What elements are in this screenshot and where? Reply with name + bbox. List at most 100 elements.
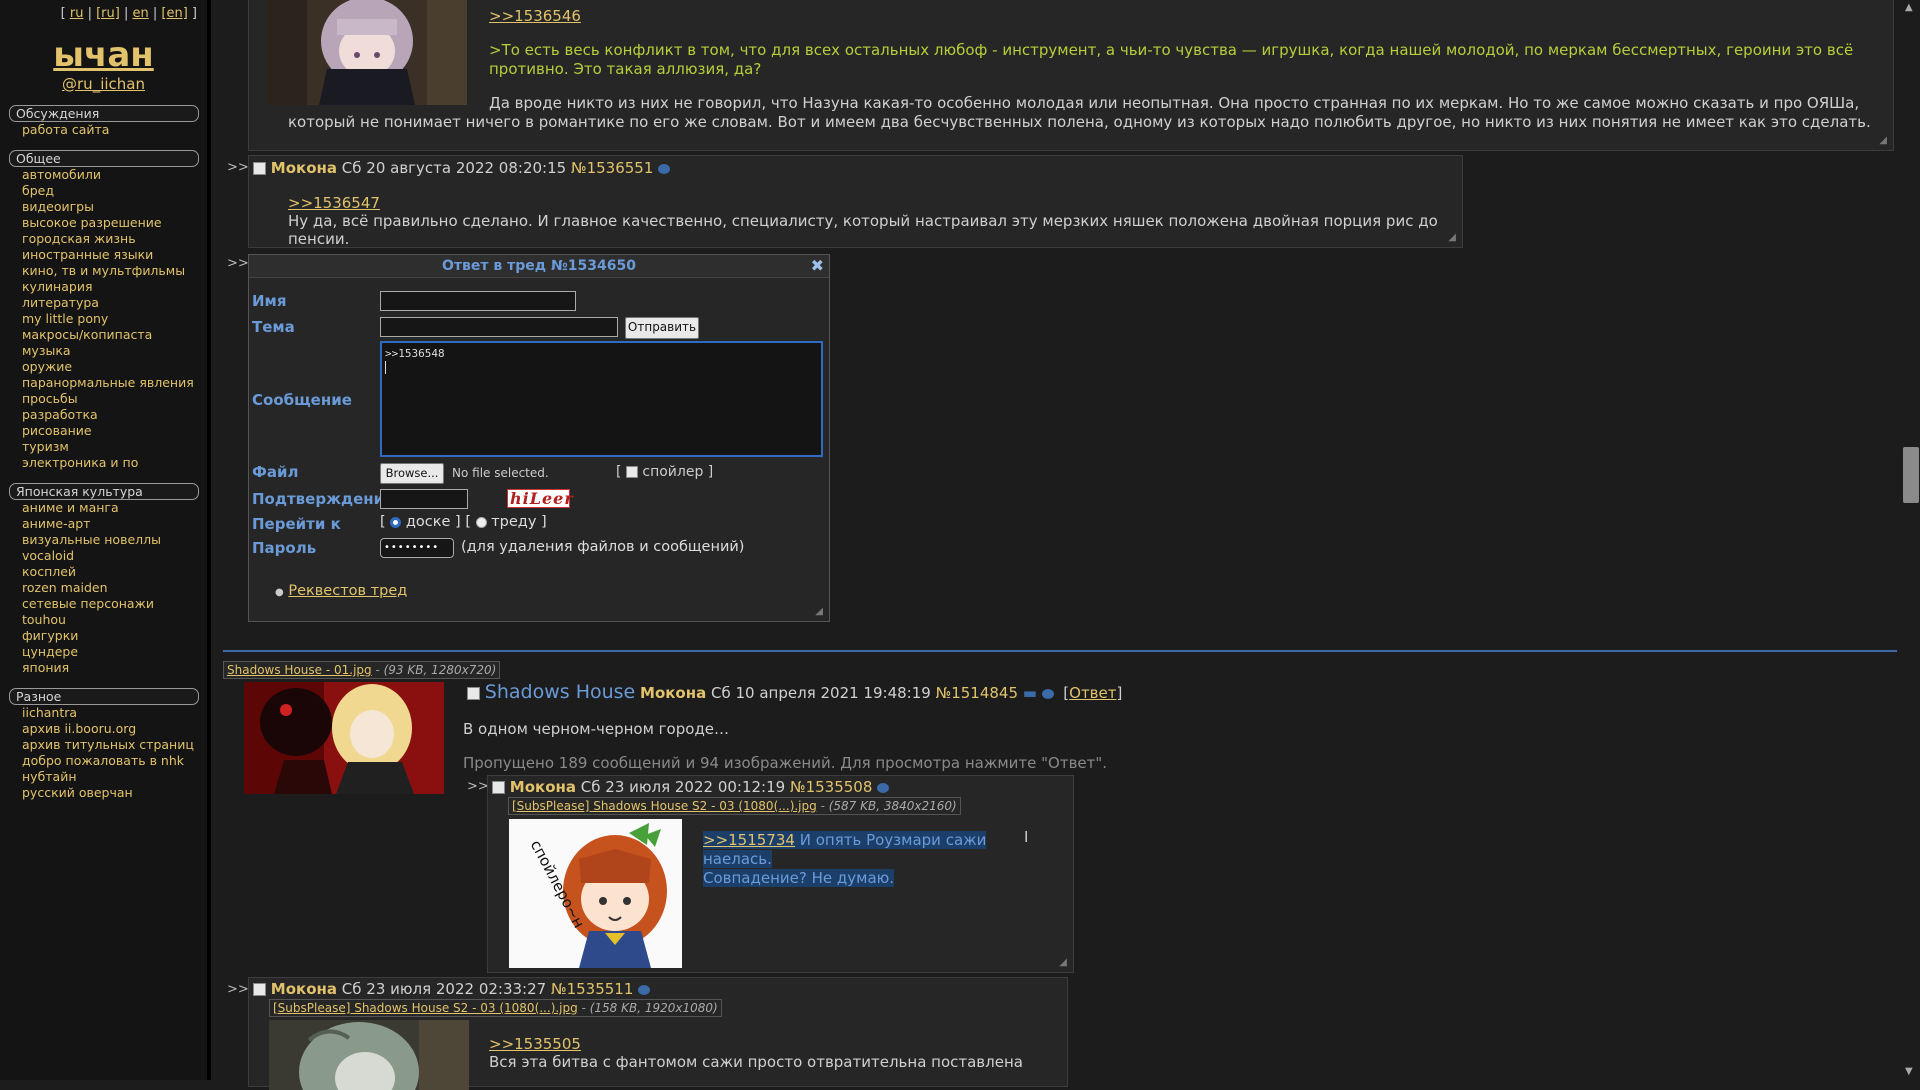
scroll-down-icon[interactable]: ▼ — [1905, 1066, 1913, 1077]
goto-thread-label: треду — [491, 514, 537, 530]
category-header[interactable]: Общее — [9, 150, 199, 167]
board-link[interactable]: оружие — [22, 359, 72, 374]
board-link[interactable]: рисование — [22, 423, 92, 438]
captcha-image[interactable]: hiLeer — [507, 489, 573, 508]
op-thumbnail[interactable] — [244, 682, 444, 794]
resize-handle-icon[interactable]: ◢ — [1059, 957, 1067, 968]
submit-button[interactable]: Отправить — [625, 317, 699, 339]
board-list-item: визуальные новеллы — [22, 532, 207, 548]
page-scrollbar[interactable] — [1902, 0, 1920, 1080]
category-header[interactable]: Японская культура — [9, 483, 199, 500]
board-link[interactable]: русский оверчан — [22, 785, 133, 800]
post-select-checkbox[interactable] — [253, 162, 266, 175]
spoiler-checkbox[interactable] — [625, 466, 638, 478]
board-link[interactable]: визуальные новеллы — [22, 532, 161, 547]
scrollbar-thumb[interactable] — [1903, 447, 1919, 503]
board-list-item: литература — [22, 295, 207, 311]
board-link[interactable]: бред — [22, 183, 54, 198]
post-quote-link[interactable]: >>1535505 — [489, 1035, 581, 1053]
board-link[interactable]: высокое разрешение — [22, 215, 162, 230]
lang-en[interactable]: en — [132, 6, 148, 21]
board-link[interactable]: городская жизнь — [22, 231, 136, 246]
board-link[interactable]: музыка — [22, 343, 71, 358]
scroll-up-icon[interactable]: ▲ — [1905, 2, 1913, 13]
board-link[interactable]: япония — [22, 660, 69, 675]
board-link[interactable]: vocaloid — [22, 548, 74, 563]
board-link[interactable]: разработка — [22, 407, 98, 422]
board-link[interactable]: литература — [22, 295, 99, 310]
board-link[interactable]: автомобили — [22, 167, 101, 182]
op-file-link[interactable]: Shadows House - 01.jpg — [227, 663, 372, 677]
subject-input[interactable] — [380, 317, 618, 337]
op-select-checkbox[interactable] — [467, 687, 480, 700]
board-link[interactable]: фигурки — [22, 628, 78, 643]
lang-ru-bracket[interactable]: [ru] — [96, 6, 120, 21]
captcha-input[interactable] — [380, 489, 468, 509]
post-number[interactable]: №1535508 — [790, 778, 872, 796]
board-link[interactable]: аниме-арт — [22, 516, 90, 531]
reply-link[interactable]: Ответ — [1069, 684, 1116, 702]
password-input[interactable]: •••••••• — [380, 538, 454, 558]
post-file-link[interactable]: [SubsPlease] Shadows House S2 - 03 (1080… — [273, 1001, 578, 1015]
category-header[interactable]: Обсуждения — [9, 105, 199, 122]
post-text-line2: Совпадение? Не думаю. — [703, 869, 895, 887]
post-file-info: [SubsPlease] Shadows House S2 - 03 (1080… — [269, 999, 722, 1017]
board-link[interactable]: макросы/копипаста — [22, 327, 152, 342]
lang-en-bracket[interactable]: [en] — [161, 6, 187, 21]
board-link[interactable]: цундере — [22, 644, 78, 659]
board-link[interactable]: просьбы — [22, 391, 78, 406]
op-post-number[interactable]: №1514845 — [936, 684, 1018, 702]
goto-label: Перейти к — [252, 515, 341, 533]
spoiler-thumbnail[interactable]: спойлеро~н — [509, 819, 682, 968]
reply-form-title[interactable]: Ответ в тред №1534650 ✖ — [249, 255, 829, 278]
board-link[interactable]: iichantra — [22, 705, 77, 720]
post-quote-link[interactable]: >>1515734 — [703, 831, 795, 849]
close-icon[interactable]: ✖ — [811, 255, 824, 277]
board-link[interactable]: аниме и манга — [22, 500, 119, 515]
resize-handle-icon[interactable]: ◢ — [815, 606, 823, 617]
logo-text[interactable]: ычан — [0, 35, 207, 75]
message-textarea[interactable]: >>1536548 — [380, 341, 823, 457]
board-link[interactable]: кулинария — [22, 279, 92, 294]
board-link[interactable]: туризм — [22, 439, 69, 454]
goto-thread-radio[interactable] — [475, 516, 487, 528]
board-link[interactable]: кино, тв и мультфильмы — [22, 263, 185, 278]
board-link[interactable]: паранормальные явления — [22, 375, 194, 390]
board-link[interactable]: работа сайта — [22, 122, 109, 137]
post-header: Мокона Сб 20 августа 2022 08:20:15 №1536… — [253, 159, 671, 177]
post-file-link[interactable]: [SubsPlease] Shadows House S2 - 03 (1080… — [512, 799, 817, 813]
lang-ru[interactable]: ru — [70, 6, 84, 21]
form-arrows: >> — [227, 256, 249, 271]
goto-board-radio[interactable] — [390, 516, 402, 528]
category-header[interactable]: Разное — [9, 688, 199, 705]
post-text: Да вроде никто из них не говорил, что На… — [288, 94, 1871, 131]
board-link[interactable]: электроника и по — [22, 455, 138, 470]
post-select-checkbox[interactable] — [253, 983, 266, 996]
post-quote-link[interactable]: >>1536547 — [288, 194, 380, 212]
board-link[interactable]: иностранные языки — [22, 247, 153, 262]
resize-handle-icon[interactable]: ◢ — [1879, 135, 1887, 146]
site-logo[interactable]: ычан @ru_iichan — [0, 35, 207, 93]
board-link[interactable]: нубтайн — [22, 769, 77, 784]
board-link[interactable]: видеоигры — [22, 199, 94, 214]
post-quote-link[interactable]: >>1536546 — [489, 7, 581, 25]
board-link[interactable]: my little pony — [22, 311, 108, 326]
resize-handle-icon[interactable]: ◢ — [1448, 232, 1456, 243]
minus-icon[interactable]: ▬ — [1023, 684, 1037, 702]
name-input[interactable] — [380, 291, 576, 311]
board-link[interactable]: архив титульных страниц — [22, 737, 194, 752]
board-link[interactable]: touhou — [22, 612, 66, 627]
post-number[interactable]: №1535511 — [551, 980, 633, 998]
board-link[interactable]: косплей — [22, 564, 76, 579]
board-link[interactable]: сетевые персонажи — [22, 596, 154, 611]
board-link[interactable]: rozen maiden — [22, 580, 108, 595]
request-thread-link[interactable]: Реквестов тред — [288, 583, 407, 599]
logo-handle[interactable]: @ru_iichan — [0, 75, 207, 93]
post-select-checkbox[interactable] — [492, 781, 505, 794]
post-thumbnail[interactable] — [267, 0, 467, 105]
board-link[interactable]: архив ii.booru.org — [22, 721, 136, 736]
browse-button[interactable]: Browse... — [380, 463, 444, 484]
board-link[interactable]: добро пожаловать в nhk — [22, 753, 184, 768]
post-number[interactable]: №1536551 — [571, 159, 653, 177]
goto-options: [ доске ] [ треду ] — [380, 514, 547, 530]
